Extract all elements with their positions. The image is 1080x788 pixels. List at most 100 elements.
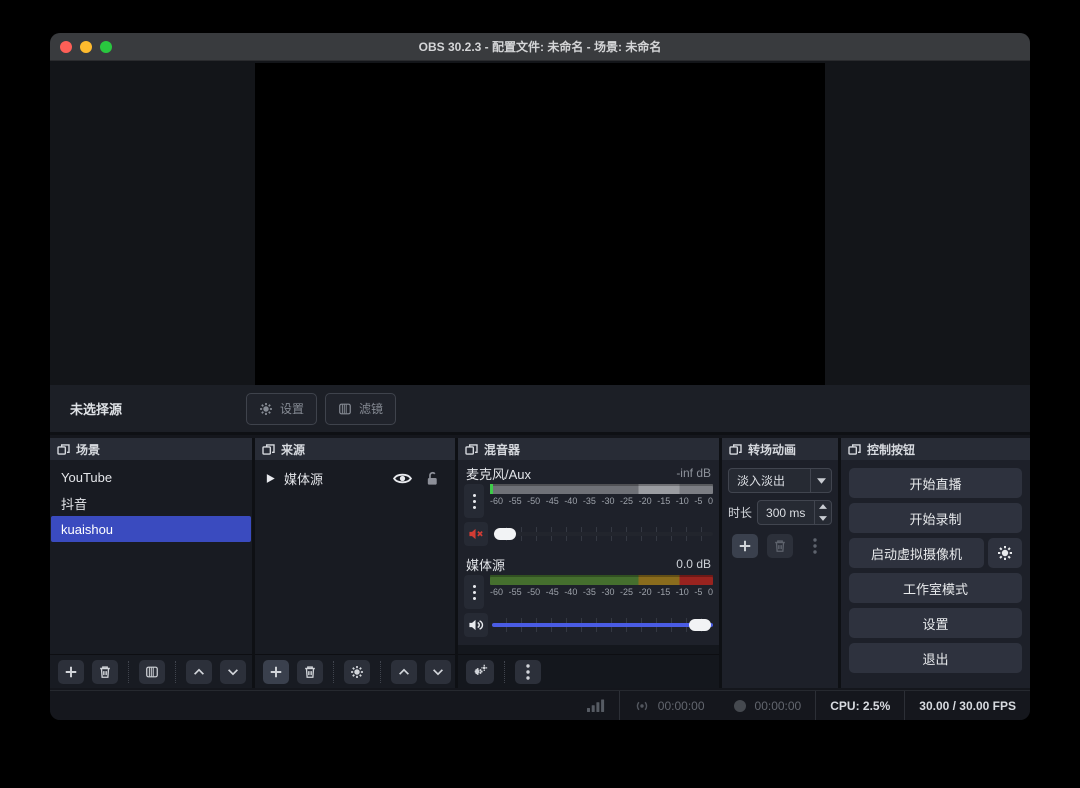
volume-slider-mic[interactable] bbox=[492, 527, 713, 541]
status-bar: 00:00:00 00:00:00 CPU: 2.5% 30.00 / 30.0… bbox=[50, 690, 1030, 720]
slider-handle[interactable] bbox=[494, 528, 516, 540]
lock-open-icon[interactable] bbox=[421, 467, 443, 489]
transitions-panel: 转场动画 淡入淡出 时长 300 ms bbox=[722, 438, 838, 688]
source-properties-label: 设置 bbox=[280, 400, 304, 417]
source-properties-button[interactable]: 设置 bbox=[246, 393, 317, 425]
transition-select[interactable]: 淡入淡出 bbox=[728, 468, 832, 493]
scene-item-kuaishou[interactable]: kuaishou bbox=[51, 516, 251, 542]
start-recording-button[interactable]: 开始录制 bbox=[849, 503, 1022, 533]
source-filters-label: 滤镜 bbox=[359, 400, 383, 417]
chevron-down-icon bbox=[810, 469, 831, 492]
add-scene-button[interactable] bbox=[58, 660, 84, 684]
scenes-panel-header[interactable]: 场景 bbox=[50, 438, 252, 460]
cpu-usage: CPU: 2.5% bbox=[830, 699, 890, 713]
title-bar: OBS 30.2.3 - 配置文件: 未命名 - 场景: 未命名 bbox=[50, 33, 1030, 61]
volume-meter-media bbox=[490, 575, 713, 585]
dock-icon bbox=[465, 444, 478, 455]
eye-icon[interactable] bbox=[391, 467, 413, 489]
channel-name: 麦克风/Aux bbox=[466, 464, 531, 483]
volume-meter-mic bbox=[490, 484, 713, 494]
move-source-up-button[interactable] bbox=[391, 660, 417, 684]
scene-item-youtube[interactable]: YouTube bbox=[51, 464, 251, 490]
spin-down-icon[interactable] bbox=[815, 513, 831, 525]
remove-source-button[interactable] bbox=[297, 660, 323, 684]
mixer-kebab-menu-icon[interactable] bbox=[515, 660, 541, 684]
gear-icon bbox=[259, 402, 273, 416]
scenes-panel-title: 场景 bbox=[76, 441, 100, 458]
sources-panel: 来源 媒体源 bbox=[255, 438, 455, 688]
scene-filters-button[interactable] bbox=[139, 660, 165, 684]
virtual-camera-gear-icon[interactable] bbox=[988, 538, 1022, 568]
kebab-menu-icon[interactable] bbox=[464, 484, 484, 518]
kebab-menu-icon[interactable] bbox=[464, 575, 484, 609]
dock-icon bbox=[848, 444, 861, 455]
transition-selected-value: 淡入淡出 bbox=[729, 472, 810, 489]
meter-scale: -60-55-50-45-40-35-30-25-20-15-10-50 bbox=[490, 496, 713, 506]
source-item-media[interactable]: 媒体源 bbox=[255, 464, 455, 492]
remove-scene-button[interactable] bbox=[92, 660, 118, 684]
scenes-toolbar bbox=[50, 654, 252, 688]
meter-scale: -60-55-50-45-40-35-30-25-20-15-10-50 bbox=[490, 587, 713, 597]
mixer-panel-header[interactable]: 混音器 bbox=[458, 438, 719, 460]
obs-window: OBS 30.2.3 - 配置文件: 未命名 - 场景: 未命名 未选择源 设置… bbox=[50, 33, 1030, 720]
scene-item-douyin[interactable]: 抖音 bbox=[51, 490, 251, 516]
toolbar-separator bbox=[175, 661, 176, 683]
mixer-toolbar bbox=[458, 654, 719, 688]
scenes-panel: 场景 YouTube 抖音 kuaishou bbox=[50, 438, 252, 688]
duration-label: 时长 bbox=[728, 504, 752, 521]
start-streaming-button[interactable]: 开始直播 bbox=[849, 468, 1022, 498]
record-dot-icon bbox=[733, 699, 747, 713]
controls-panel: 控制按钮 开始直播 开始录制 启动虚拟摄像机 工作室模式 设置 退出 bbox=[841, 438, 1030, 688]
duration-spinbox[interactable]: 300 ms bbox=[757, 500, 832, 525]
program-canvas[interactable] bbox=[255, 63, 825, 385]
toolbar-separator bbox=[380, 661, 381, 683]
transitions-panel-title: 转场动画 bbox=[748, 441, 796, 458]
dock-area: 场景 YouTube 抖音 kuaishou bbox=[50, 438, 1030, 688]
audio-mixer-panel: 混音器 麦克风/Aux -inf dB -60- bbox=[458, 438, 719, 688]
source-properties-toolbar-button[interactable] bbox=[344, 660, 370, 684]
remove-transition-button[interactable] bbox=[767, 534, 793, 558]
advanced-audio-gear-icon[interactable] bbox=[466, 660, 494, 684]
start-virtual-camera-button[interactable]: 启动虚拟摄像机 bbox=[849, 538, 984, 568]
mute-button[interactable] bbox=[464, 522, 488, 546]
source-filters-button[interactable]: 滤镜 bbox=[325, 393, 396, 425]
dock-icon bbox=[57, 444, 70, 455]
transition-kebab-menu-icon[interactable] bbox=[802, 534, 828, 558]
channel-level: 0.0 dB bbox=[676, 557, 711, 571]
mixer-panel-title: 混音器 bbox=[484, 441, 520, 458]
exit-button[interactable]: 退出 bbox=[849, 643, 1022, 673]
window-title: OBS 30.2.3 - 配置文件: 未命名 - 场景: 未命名 bbox=[50, 38, 1030, 55]
move-source-down-button[interactable] bbox=[425, 660, 451, 684]
sources-toolbar bbox=[255, 654, 455, 688]
slider-handle[interactable] bbox=[689, 619, 711, 631]
toolbar-separator bbox=[128, 661, 129, 683]
controls-panel-header[interactable]: 控制按钮 bbox=[841, 438, 1030, 460]
toolbar-separator bbox=[333, 661, 334, 683]
dock-icon bbox=[262, 444, 275, 455]
filter-icon bbox=[338, 402, 352, 416]
studio-mode-button[interactable]: 工作室模式 bbox=[849, 573, 1022, 603]
stream-health-icon bbox=[573, 699, 619, 712]
add-transition-button[interactable] bbox=[732, 534, 758, 558]
sources-panel-header[interactable]: 来源 bbox=[255, 438, 455, 460]
speaker-icon[interactable] bbox=[464, 613, 488, 637]
channel-level: -inf dB bbox=[676, 466, 711, 480]
dock-icon bbox=[729, 444, 742, 455]
move-scene-up-button[interactable] bbox=[186, 660, 212, 684]
broadcast-icon bbox=[634, 700, 650, 712]
no-source-selected-label: 未选择源 bbox=[70, 399, 122, 418]
stream-timecode: 00:00:00 bbox=[658, 699, 705, 713]
transitions-panel-header[interactable]: 转场动画 bbox=[722, 438, 838, 460]
spin-up-icon[interactable] bbox=[815, 501, 831, 513]
add-source-button[interactable] bbox=[263, 660, 289, 684]
toolbar-separator bbox=[504, 661, 505, 683]
source-item-label: 媒体源 bbox=[284, 469, 323, 488]
desktop: OBS 30.2.3 - 配置文件: 未命名 - 场景: 未命名 未选择源 设置… bbox=[0, 0, 1080, 788]
settings-button[interactable]: 设置 bbox=[849, 608, 1022, 638]
preview-area bbox=[50, 61, 1030, 385]
channel-name: 媒体源 bbox=[466, 555, 505, 574]
volume-slider-media[interactable] bbox=[492, 618, 713, 632]
controls-panel-title: 控制按钮 bbox=[867, 441, 915, 458]
source-context-bar: 未选择源 设置 滤镜 bbox=[50, 385, 1030, 435]
move-scene-down-button[interactable] bbox=[220, 660, 246, 684]
